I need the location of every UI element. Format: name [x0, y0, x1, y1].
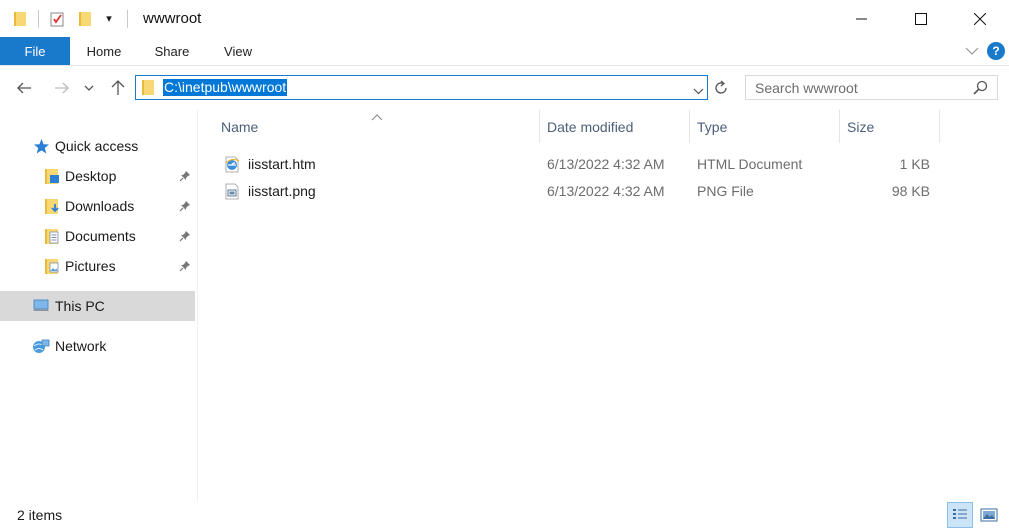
pin-icon[interactable] [179, 169, 191, 185]
file-size: 1 KB [899, 156, 930, 172]
file-type: HTML Document [697, 156, 803, 172]
network-icon [31, 336, 51, 356]
html-file-icon [224, 156, 240, 176]
desktop-folder-icon [42, 166, 62, 186]
pin-icon[interactable] [179, 259, 191, 275]
up-button[interactable] [106, 76, 130, 100]
quick-access-toolbar: ▾ [0, 0, 135, 37]
forward-button[interactable] [50, 76, 74, 100]
file-type: PNG File [697, 183, 754, 199]
ribbon-controls: ? [965, 37, 1005, 65]
close-button[interactable] [950, 0, 1009, 37]
ribbon-divider [0, 65, 1009, 66]
sidebar-item-desktop[interactable]: Desktop [0, 161, 195, 191]
folder-icon [142, 80, 154, 98]
details-view-button[interactable] [947, 502, 973, 528]
sidebar-item-quick-access[interactable]: Quick access [0, 131, 195, 161]
address-bar[interactable]: C:\inetpub\wwwroot [135, 75, 708, 100]
minimize-button[interactable] [832, 0, 891, 37]
file-name: iisstart.htm [248, 156, 316, 172]
tab-share[interactable]: Share [138, 37, 206, 65]
sidebar-item-downloads[interactable]: Downloads [0, 191, 195, 221]
search-icon[interactable] [973, 80, 988, 98]
properties-icon[interactable] [46, 8, 68, 30]
expand-ribbon-icon[interactable] [965, 43, 979, 59]
sidebar-item-network[interactable]: Network [0, 331, 195, 361]
sidebar-item-label: Desktop [65, 168, 117, 184]
sidebar-item-documents[interactable]: Documents [0, 221, 195, 251]
downloads-folder-icon [42, 196, 62, 216]
sidebar-item-pictures[interactable]: Pictures [0, 251, 195, 281]
search-placeholder: Search wwwroot [755, 80, 858, 96]
file-date-modified: 6/13/2022 4:32 AM [547, 156, 665, 172]
column-header-size[interactable]: Size [840, 110, 939, 143]
tab-home[interactable]: Home [70, 37, 138, 65]
search-box[interactable]: Search wwwroot [745, 75, 998, 100]
pin-icon[interactable] [179, 229, 191, 245]
column-header-date-modified[interactable]: Date modified [540, 110, 689, 143]
pin-icon[interactable] [179, 199, 191, 215]
column-header-name[interactable]: Name [214, 110, 539, 143]
sidebar-item-label: Downloads [65, 198, 135, 214]
navigation-pane-divider[interactable] [197, 110, 198, 502]
view-switcher [947, 502, 1002, 528]
address-path[interactable]: C:\inetpub\wwwroot [163, 79, 288, 96]
star-icon [31, 136, 51, 156]
sidebar-item-label: Pictures [65, 258, 116, 274]
tab-file[interactable]: File [0, 37, 70, 65]
window-title: wwwroot [143, 10, 202, 27]
sidebar-item-label: This PC [55, 298, 105, 314]
toolbar-separator [38, 9, 39, 28]
status-item-count: 2 items [17, 507, 63, 523]
new-folder-icon[interactable] [74, 8, 96, 30]
recent-locations-chevron-icon[interactable] [80, 76, 98, 100]
file-row[interactable]: iisstart.htm 6/13/2022 4:32 AM HTML Docu… [214, 151, 939, 178]
address-dropdown-icon[interactable] [693, 82, 704, 98]
sidebar-item-this-pc[interactable]: This PC [0, 291, 195, 321]
help-icon[interactable]: ? [987, 42, 1005, 60]
maximize-button[interactable] [891, 0, 950, 37]
folder-icon [9, 8, 31, 30]
window-controls [832, 0, 1009, 37]
computer-icon [31, 296, 51, 316]
refresh-button[interactable] [710, 78, 732, 98]
back-button[interactable] [12, 76, 36, 100]
pictures-folder-icon [42, 256, 62, 276]
customize-toolbar-dropdown[interactable]: ▾ [98, 8, 120, 30]
sidebar-item-label: Quick access [55, 138, 139, 154]
file-size: 98 KB [891, 183, 930, 199]
documents-folder-icon [42, 226, 62, 246]
toolbar-separator [127, 9, 128, 28]
column-divider[interactable] [939, 110, 940, 143]
sidebar-item-label: Documents [65, 228, 136, 244]
ribbon-tabs: File Home Share View ? [0, 37, 1009, 65]
sidebar-item-label: Network [55, 338, 107, 354]
column-header-type[interactable]: Type [690, 110, 839, 143]
file-row[interactable]: iisstart.png 6/13/2022 4:32 AM PNG File … [214, 178, 939, 205]
large-icons-view-button[interactable] [976, 502, 1002, 528]
file-date-modified: 6/13/2022 4:32 AM [547, 183, 665, 199]
tab-view[interactable]: View [206, 37, 270, 65]
file-name: iisstart.png [248, 183, 316, 199]
image-file-icon [224, 183, 240, 203]
title-bar: ▾ wwwroot [0, 0, 1009, 37]
